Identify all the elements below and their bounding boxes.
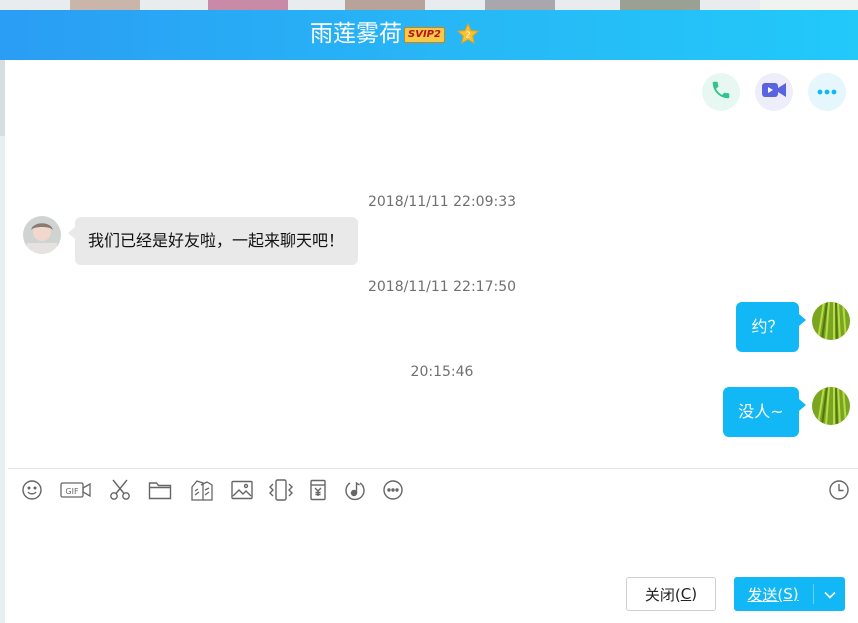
bubble-tail (68, 227, 75, 239)
red-packet-icon[interactable] (305, 477, 331, 503)
chevron-down-icon (823, 585, 836, 603)
video-camera-icon (761, 80, 787, 105)
close-button[interactable]: 关闭(C) (626, 577, 716, 611)
close-shortcut: C (680, 585, 692, 603)
send-button[interactable]: 发送(S) (734, 577, 812, 611)
voice-call-button[interactable] (702, 73, 740, 111)
input-divider (8, 468, 858, 469)
my-avatar[interactable] (812, 302, 850, 340)
close-label-end: ) (691, 585, 698, 603)
message-timestamp: 20:15:46 (410, 364, 474, 380)
folder-icon[interactable] (147, 477, 173, 503)
send-label: 发送( (747, 585, 784, 604)
video-call-button[interactable] (755, 73, 793, 111)
image-icon[interactable] (229, 477, 255, 503)
contact-avatar[interactable] (23, 216, 61, 254)
message-input[interactable] (8, 510, 858, 570)
phone-icon (710, 79, 732, 106)
outgoing-message-bubble[interactable]: 没人~ (723, 387, 799, 437)
more-button[interactable] (808, 73, 846, 111)
message-timestamp: 2018/11/11 22:09:33 (367, 194, 517, 210)
window-left-edge (0, 60, 5, 623)
doodle-icon[interactable] (189, 477, 215, 503)
svip-badge[interactable]: SVIP2 (404, 27, 445, 43)
contact-name[interactable]: 雨莲雾荷 (310, 19, 402, 49)
bubble-tail (799, 399, 806, 411)
more-icon[interactable] (380, 477, 406, 503)
shake-icon[interactable] (268, 477, 294, 503)
chat-title-bar[interactable]: 雨莲雾荷 SVIP2 2 (0, 10, 858, 60)
svg-text:2: 2 (465, 31, 470, 40)
gif-icon[interactable]: GIF (60, 477, 92, 503)
emoji-icon[interactable] (19, 477, 45, 503)
music-icon[interactable] (342, 477, 368, 503)
incoming-message-bubble[interactable]: 我们已经是好友啦，一起来聊天吧！ (75, 217, 359, 265)
gif-label: GIF (65, 487, 79, 496)
send-button-group: 发送(S) (734, 577, 845, 611)
my-avatar[interactable] (812, 387, 850, 425)
screenshot-scissors-icon[interactable] (107, 477, 133, 503)
send-shortcut: S (783, 585, 793, 603)
send-options-button[interactable] (814, 577, 845, 611)
message-timestamp: 2018/11/11 22:17:50 (367, 279, 517, 295)
outgoing-message-bubble[interactable]: 约？ (736, 302, 799, 352)
send-label-end: ) (792, 585, 799, 603)
bubble-tail (799, 314, 806, 326)
window-left-edge-top (0, 60, 5, 136)
close-label: 关闭( (644, 585, 681, 604)
star-icon[interactable]: 2 (456, 22, 480, 46)
more-dots-icon (816, 83, 838, 101)
clock-icon[interactable] (826, 477, 852, 503)
